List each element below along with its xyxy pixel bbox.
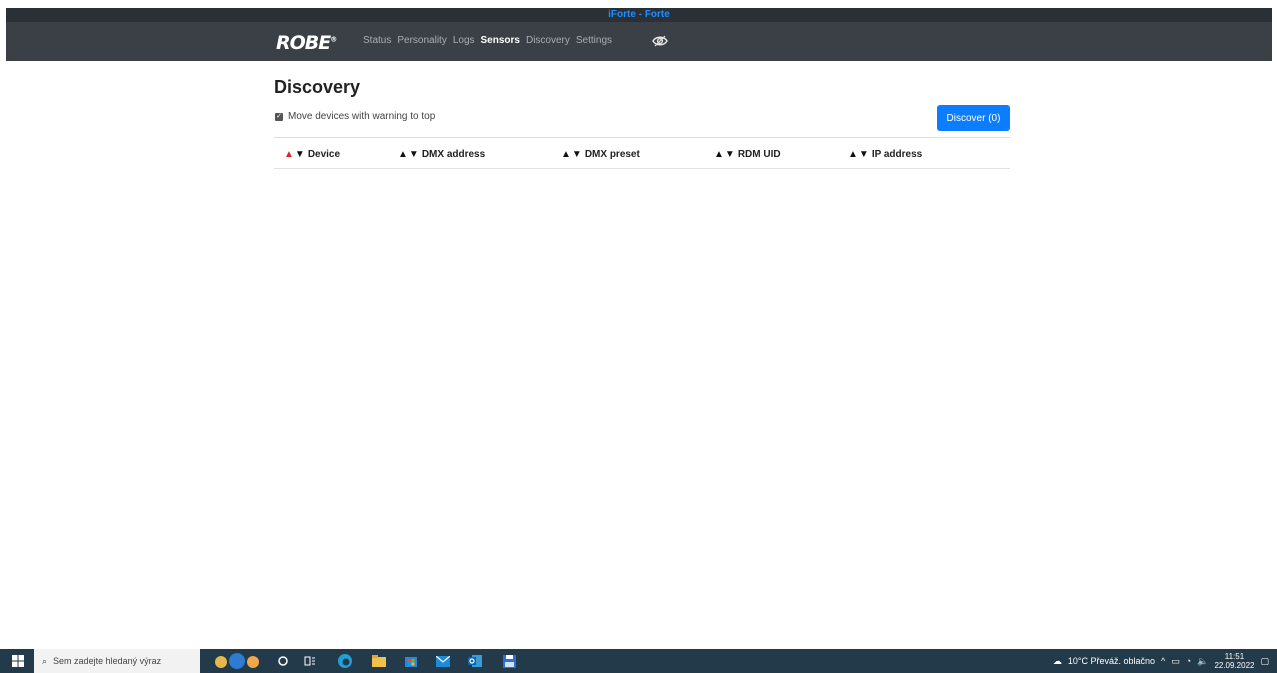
sort-down-icon[interactable]: ▼ xyxy=(725,149,735,160)
sort-arrows-icon[interactable]: ▲ ▼ xyxy=(561,149,582,160)
column-label: Device xyxy=(307,149,341,160)
top-navbar: ROBE® Status Personality Logs Sensors Di… xyxy=(6,22,1272,61)
eye-icon[interactable] xyxy=(652,34,668,48)
nav-links: Status Personality Logs Sensors Discover… xyxy=(363,35,612,46)
store-icon[interactable] xyxy=(399,649,423,673)
robe-logo[interactable]: ROBE® xyxy=(276,32,337,54)
edge-browser-icon[interactable] xyxy=(332,649,358,673)
chevron-up-icon[interactable]: ^ xyxy=(1161,656,1165,666)
nav-item-status[interactable]: Status xyxy=(363,35,391,46)
column-label: IP address xyxy=(871,149,923,160)
move-warning-checkbox[interactable]: ✓ xyxy=(275,112,283,121)
sort-up-icon[interactable]: ▲ xyxy=(284,149,294,160)
notification-icon[interactable]: ▢ xyxy=(1260,656,1269,667)
sort-up-icon[interactable]: ▲ xyxy=(561,149,571,160)
windows-taskbar: ⌕ Sem zadejte hledaný výraz ☁ 10°C Převá… xyxy=(0,649,1277,673)
move-warning-option[interactable]: ✓ Move devices with warning to top xyxy=(275,111,435,122)
sort-arrows-icon[interactable]: ▲ ▼ xyxy=(848,149,869,160)
nav-item-sensors[interactable]: Sensors xyxy=(481,35,520,46)
save-disk-icon[interactable] xyxy=(497,649,521,673)
sort-down-icon[interactable]: ▼ xyxy=(572,149,582,160)
page-title: Discovery xyxy=(274,77,361,97)
clock-date: 22.09.2022 xyxy=(1214,661,1255,670)
column-device[interactable]: ▲ ▼ Device xyxy=(284,149,340,160)
move-warning-label: Move devices with warning to top xyxy=(288,111,436,122)
sort-down-icon[interactable]: ▼ xyxy=(295,149,305,160)
search-placeholder: Sem zadejte hledaný výraz xyxy=(53,656,162,666)
sort-down-icon[interactable]: ▼ xyxy=(409,149,419,160)
windows-start-icon[interactable] xyxy=(6,649,30,673)
column-rdm-uid[interactable]: ▲ ▼ RDM UID xyxy=(714,149,781,160)
column-dmx-preset[interactable]: ▲ ▼ DMX preset xyxy=(561,149,640,160)
column-label: RDM UID xyxy=(737,149,781,160)
outlook-icon[interactable] xyxy=(463,649,487,673)
nav-item-logs[interactable]: Logs xyxy=(453,35,475,46)
search-icon: ⌕ xyxy=(42,655,48,666)
column-label: DMX address xyxy=(421,149,486,160)
sort-up-icon[interactable]: ▲ xyxy=(714,149,724,160)
sort-arrows-icon[interactable]: ▲ ▼ xyxy=(398,149,419,160)
sort-arrows-icon[interactable]: ▲ ▼ xyxy=(284,149,305,160)
news-widget-icon[interactable] xyxy=(214,649,260,673)
column-dmx-address[interactable]: ▲ ▼ DMX address xyxy=(398,149,485,160)
battery-icon[interactable]: ▭ xyxy=(1171,656,1180,667)
mail-icon[interactable] xyxy=(431,649,455,673)
sort-arrows-icon[interactable]: ▲ ▼ xyxy=(714,149,735,160)
weather-icon[interactable]: ☁ xyxy=(1053,656,1062,667)
clock-time: 11:51 xyxy=(1224,652,1245,661)
nav-item-settings[interactable]: Settings xyxy=(576,35,612,46)
nav-item-personality[interactable]: Personality xyxy=(397,35,446,46)
task-view-icon[interactable] xyxy=(298,649,322,673)
weather-text[interactable]: 10°C Převáž. oblačno xyxy=(1068,656,1155,666)
speaker-icon[interactable]: 🔈 xyxy=(1197,656,1208,667)
window-title: iForte - Forte xyxy=(608,9,670,20)
system-tray: ☁ 10°C Převáž. oblačno ^ ▭ ◔ 🔈 11:51 22.… xyxy=(1053,649,1269,673)
nav-item-discovery[interactable]: Discovery xyxy=(526,35,570,46)
browser-top-strip xyxy=(0,0,1277,8)
file-explorer-icon[interactable] xyxy=(367,649,391,673)
sort-down-icon[interactable]: ▼ xyxy=(859,149,869,160)
discover-button[interactable]: Discover (0) xyxy=(937,105,1010,131)
column-label: DMX preset xyxy=(584,149,640,160)
table-header: ▲ ▼ Device ▲ ▼ DMX address ▲ ▼ DMX preset ▲… xyxy=(274,145,1010,169)
window-title-bar: iForte - Forte xyxy=(6,8,1272,22)
taskbar-clock[interactable]: 11:51 22.09.2022 xyxy=(1214,652,1254,670)
wifi-icon[interactable]: ◔ xyxy=(1186,656,1191,666)
table-top-divider xyxy=(274,137,1010,138)
cortana-icon[interactable] xyxy=(272,649,294,673)
taskbar-search-input[interactable]: ⌕ Sem zadejte hledaný výraz xyxy=(34,649,200,673)
sort-up-icon[interactable]: ▲ xyxy=(398,149,408,160)
sort-up-icon[interactable]: ▲ xyxy=(848,149,858,160)
column-ip-address[interactable]: ▲ ▼ IP address xyxy=(848,149,922,160)
